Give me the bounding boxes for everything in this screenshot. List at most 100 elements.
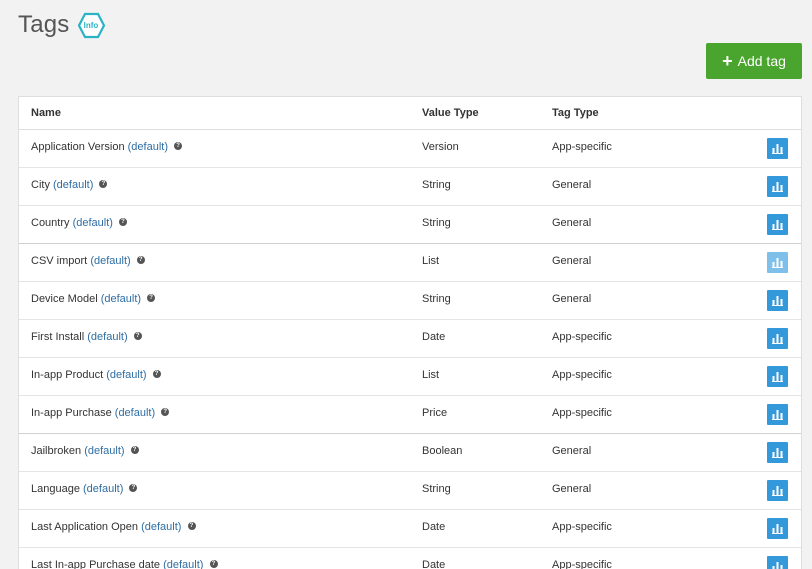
question-circle-icon[interactable]: ? xyxy=(161,408,170,417)
tag-type-cell: General xyxy=(552,255,592,267)
tag-name: City xyxy=(31,179,50,191)
default-link[interactable]: (default) xyxy=(141,521,181,533)
value-type-cell: Date xyxy=(422,331,446,343)
tag-type-cell: General xyxy=(552,483,592,495)
bar-chart-icon[interactable] xyxy=(767,480,788,501)
table-row: Application Version (default) ? Version … xyxy=(19,130,801,168)
default-link[interactable]: (default) xyxy=(84,445,124,457)
column-header-value-type[interactable]: Value Type xyxy=(422,107,479,119)
tag-type-cell: App-specific xyxy=(552,559,612,569)
tag-name-cell: First Install (default) ? xyxy=(31,331,142,343)
tag-name: CSV import xyxy=(31,255,88,267)
tag-name-cell: CSV import (default) ? xyxy=(31,255,145,267)
page-title: Tags xyxy=(18,11,70,38)
value-type-cell: String xyxy=(422,293,451,305)
bar-chart-icon[interactable] xyxy=(767,366,788,387)
table-row: Country (default) ? String General xyxy=(19,206,801,244)
bar-chart-icon[interactable] xyxy=(767,328,788,349)
question-circle-icon[interactable]: ? xyxy=(99,180,108,189)
tag-name-cell: City (default) ? xyxy=(31,179,108,191)
tag-type-cell: App-specific xyxy=(552,521,612,533)
tags-table: Name Value Type Tag Type Application Ver… xyxy=(18,96,802,569)
column-header-tag-type[interactable]: Tag Type xyxy=(552,107,599,119)
default-link[interactable]: (default) xyxy=(101,293,141,305)
bar-chart-icon[interactable] xyxy=(767,556,788,569)
tag-type-cell: App-specific xyxy=(552,331,612,343)
tag-name: Application Version xyxy=(31,141,125,153)
default-link[interactable]: (default) xyxy=(73,217,113,229)
value-type-cell: Price xyxy=(422,407,448,419)
table-row: Language (default) ? String General xyxy=(19,472,801,510)
tag-type-cell: General xyxy=(552,293,592,305)
tag-name-cell: Application Version (default) ? xyxy=(31,141,183,153)
default-link[interactable]: (default) xyxy=(53,179,93,191)
value-type-cell: Date xyxy=(422,521,446,533)
table-row: In-app Purchase (default) ? Price App-sp… xyxy=(19,396,801,434)
tag-name-cell: Jailbroken (default) ? xyxy=(31,445,139,457)
value-type-cell: Boolean xyxy=(422,445,463,457)
value-type-cell: String xyxy=(422,217,451,229)
question-circle-icon[interactable]: ? xyxy=(119,218,128,227)
question-circle-icon[interactable]: ? xyxy=(187,522,196,531)
tag-name: Jailbroken xyxy=(31,445,82,457)
tag-type-cell: General xyxy=(552,445,592,457)
tag-name: In-app Purchase xyxy=(31,407,112,419)
question-circle-icon[interactable]: ? xyxy=(152,370,161,379)
info-hexagon-icon[interactable]: Info xyxy=(77,12,105,39)
default-link[interactable]: (default) xyxy=(128,141,168,153)
question-circle-icon[interactable]: ? xyxy=(129,484,138,493)
value-type-cell: Version xyxy=(422,141,459,153)
tags-page: Tags Info + Add tag Name Value Type Tag … xyxy=(0,0,812,569)
table-row: City (default) ? String General xyxy=(19,168,801,206)
tag-type-cell: General xyxy=(552,179,592,191)
question-circle-icon[interactable]: ? xyxy=(209,560,218,569)
table-row: Device Model (default) ? String General xyxy=(19,282,801,320)
page-header: Tags Info xyxy=(18,10,105,40)
value-type-cell: String xyxy=(422,179,451,191)
column-header-name[interactable]: Name xyxy=(31,107,61,119)
tag-name-cell: Country (default) ? xyxy=(31,217,128,229)
add-tag-button[interactable]: + Add tag xyxy=(706,43,802,79)
tag-name-cell: In-app Purchase (default) ? xyxy=(31,407,170,419)
bar-chart-icon[interactable] xyxy=(767,138,788,159)
tag-name-cell: Last Application Open (default) ? xyxy=(31,521,196,533)
table-row: CSV import (default) ? List General xyxy=(19,243,801,282)
value-type-cell: List xyxy=(422,255,440,267)
table-header: Name Value Type Tag Type xyxy=(19,97,801,130)
default-link[interactable]: (default) xyxy=(163,559,203,569)
question-circle-icon[interactable]: ? xyxy=(147,294,156,303)
question-circle-icon[interactable]: ? xyxy=(133,332,142,341)
value-type-cell: String xyxy=(422,483,451,495)
default-link[interactable]: (default) xyxy=(90,255,130,267)
tag-type-cell: App-specific xyxy=(552,141,612,153)
bar-chart-icon[interactable] xyxy=(767,442,788,463)
bar-chart-icon[interactable] xyxy=(767,404,788,425)
tag-name-cell: Device Model (default) ? xyxy=(31,293,156,305)
tag-name: Last Application Open xyxy=(31,521,139,533)
tag-type-cell: App-specific xyxy=(552,369,612,381)
tag-name: Device Model xyxy=(31,293,98,305)
default-link[interactable]: (default) xyxy=(106,369,146,381)
tag-name-cell: Language (default) ? xyxy=(31,483,138,495)
default-link[interactable]: (default) xyxy=(115,407,155,419)
tag-name-cell: Last In-app Purchase date (default) ? xyxy=(31,559,218,569)
table-row: First Install (default) ? Date App-speci… xyxy=(19,320,801,358)
tag-name: In-app Product xyxy=(31,369,104,381)
bar-chart-icon[interactable] xyxy=(767,518,788,539)
value-type-cell: Date xyxy=(422,559,446,569)
bar-chart-icon[interactable] xyxy=(767,290,788,311)
question-circle-icon[interactable]: ? xyxy=(136,256,145,265)
bar-chart-icon[interactable] xyxy=(767,176,788,197)
bar-chart-icon[interactable] xyxy=(767,252,788,273)
value-type-cell: List xyxy=(422,369,440,381)
tag-name: Country xyxy=(31,217,70,229)
default-link[interactable]: (default) xyxy=(87,331,127,343)
tag-type-cell: General xyxy=(552,217,592,229)
table-body: Application Version (default) ? Version … xyxy=(19,130,801,569)
question-circle-icon[interactable]: ? xyxy=(130,446,139,455)
default-link[interactable]: (default) xyxy=(83,483,123,495)
tag-name: First Install xyxy=(31,331,85,343)
bar-chart-icon[interactable] xyxy=(767,214,788,235)
question-circle-icon[interactable]: ? xyxy=(174,142,183,151)
tag-name-cell: In-app Product (default) ? xyxy=(31,369,161,381)
